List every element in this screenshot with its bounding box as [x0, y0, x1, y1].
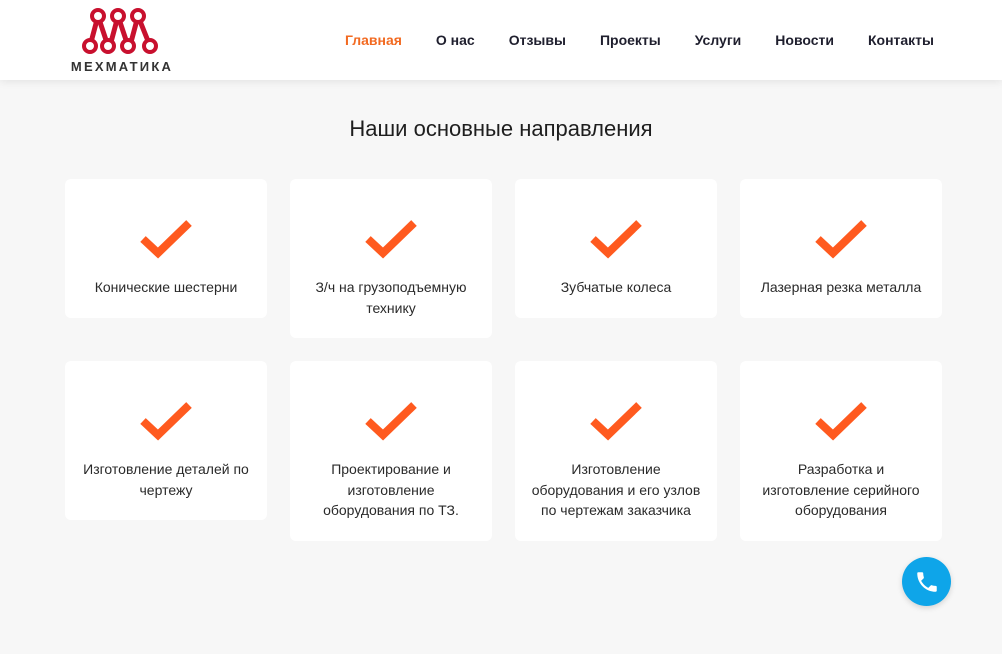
direction-card-label: Зубчатые колеса — [560, 279, 672, 295]
direction-card: Изготовление деталей по чертежу — [65, 361, 267, 520]
logo-mark — [82, 8, 158, 54]
checkmark-icon — [590, 220, 642, 259]
nav-item-services[interactable]: Услуги — [695, 32, 742, 48]
direction-card-label: Конические шестерни — [94, 279, 238, 295]
brand-name: МЕХМАТИКА — [70, 59, 174, 74]
nav-item-projects[interactable]: Проекты — [600, 32, 661, 48]
section-title: Наши основные направления — [349, 116, 653, 141]
direction-card: З/ч на грузоподъемную технику — [290, 179, 492, 338]
logo[interactable]: МЕХМАТИКА — [66, 6, 178, 76]
site-header: МЕХМАТИКА Главная О нас Отзывы Проекты У… — [0, 0, 1002, 80]
direction-card-label: Лазерная резка металла — [760, 279, 922, 295]
nav-item-contacts[interactable]: Контакты — [868, 32, 934, 48]
direction-card-label: З/ч на грузоподъемную технику — [315, 279, 467, 316]
direction-card-label: Изготовление деталей по чертежу — [83, 461, 249, 498]
checkmark-icon — [815, 220, 867, 259]
direction-card: Лазерная резка металла — [740, 179, 942, 318]
checkmark-icon — [140, 220, 192, 259]
nav-item-reviews[interactable]: Отзывы — [509, 32, 566, 48]
directions-grid: Конические шестерни З/ч на грузоподъемну… — [65, 179, 943, 541]
call-button[interactable] — [902, 557, 951, 606]
checkmark-icon — [815, 402, 867, 441]
direction-card: Разработка и изготовление серийного обор… — [740, 361, 942, 541]
direction-card: Изготовление оборудования и его узлов по… — [515, 361, 717, 541]
checkmark-icon — [590, 402, 642, 441]
direction-card-label: Изготовление оборудования и его узлов по… — [531, 461, 701, 518]
direction-card: Зубчатые колеса — [515, 179, 717, 318]
direction-card: Конические шестерни — [65, 179, 267, 318]
nav-item-home[interactable]: Главная — [345, 32, 402, 48]
main-nav: Главная О нас Отзывы Проекты Услуги Ново… — [345, 0, 934, 80]
direction-card: Проектирование и изготовление оборудован… — [290, 361, 492, 541]
nav-item-news[interactable]: Новости — [775, 32, 834, 48]
direction-card-label: Проектирование и изготовление оборудован… — [323, 461, 459, 518]
direction-card-label: Разработка и изготовление серийного обор… — [762, 461, 920, 518]
phone-icon — [916, 571, 937, 592]
checkmark-icon — [140, 402, 192, 441]
checkmark-icon — [365, 220, 417, 259]
nav-item-about[interactable]: О нас — [436, 32, 475, 48]
checkmark-icon — [365, 402, 417, 441]
